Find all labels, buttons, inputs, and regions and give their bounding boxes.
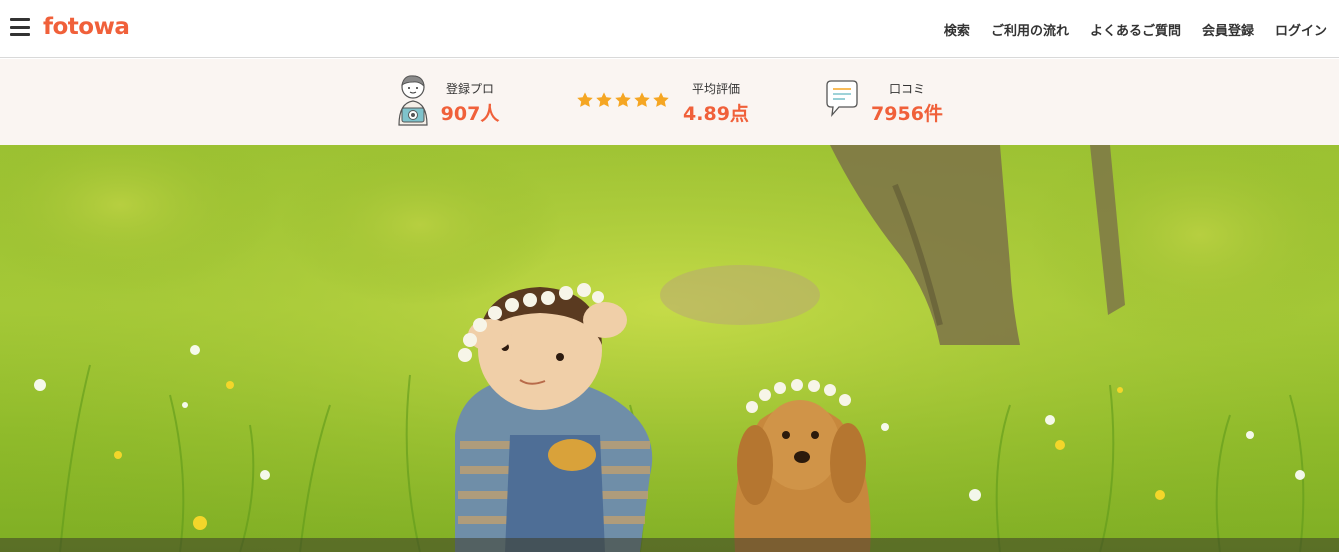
- star-icon: [634, 92, 650, 107]
- hamburger-menu-icon[interactable]: [10, 18, 30, 36]
- nav-faq[interactable]: よくあるご質問: [1090, 20, 1181, 39]
- stat-reviews-value: 7956件: [871, 103, 943, 125]
- stat-pro-value: 907人: [440, 103, 500, 125]
- stats-bar: 登録プロ 907人 平均評価 4.89点 口コミ 7956件: [0, 59, 1339, 145]
- nav-search[interactable]: 検索: [944, 20, 970, 39]
- star-icon: [596, 92, 612, 107]
- nav-login[interactable]: ログイン: [1275, 20, 1327, 39]
- photographer-icon: [398, 75, 428, 126]
- stat-reviews-label: 口コミ: [888, 82, 925, 96]
- hero-bottom-bar: [0, 538, 1339, 552]
- hero-image: [0, 145, 1339, 552]
- stat-registered-pros: 登録プロ 907人: [393, 59, 513, 145]
- nav-how-to-use[interactable]: ご利用の流れ: [991, 20, 1069, 39]
- star-icon: [615, 92, 631, 107]
- main-nav: 検索 ご利用の流れ よくあるご質問 会員登録 ログイン: [923, 0, 1327, 58]
- hero-photo-meadow: [0, 145, 1339, 552]
- star-icon: [577, 92, 593, 107]
- stat-reviews: 口コミ 7956件: [823, 59, 963, 145]
- hamburger-line: [10, 18, 30, 21]
- stat-pro-label: 登録プロ: [445, 82, 494, 96]
- site-header: fotowa 検索 ご利用の流れ よくあるご質問 会員登録 ログイン: [0, 0, 1339, 58]
- rating-stars: [576, 91, 670, 109]
- stat-average-rating: 平均評価 4.89点: [574, 59, 764, 145]
- site-logo[interactable]: fotowa: [43, 10, 130, 44]
- stat-rating-label: 平均評価: [691, 82, 740, 96]
- speech-bubble-icon: [826, 80, 858, 118]
- star-icon: [653, 92, 669, 107]
- hamburger-line: [10, 33, 30, 36]
- hamburger-line: [10, 25, 30, 29]
- stat-rating-value: 4.89点: [683, 103, 749, 125]
- nav-register[interactable]: 会員登録: [1202, 20, 1254, 39]
